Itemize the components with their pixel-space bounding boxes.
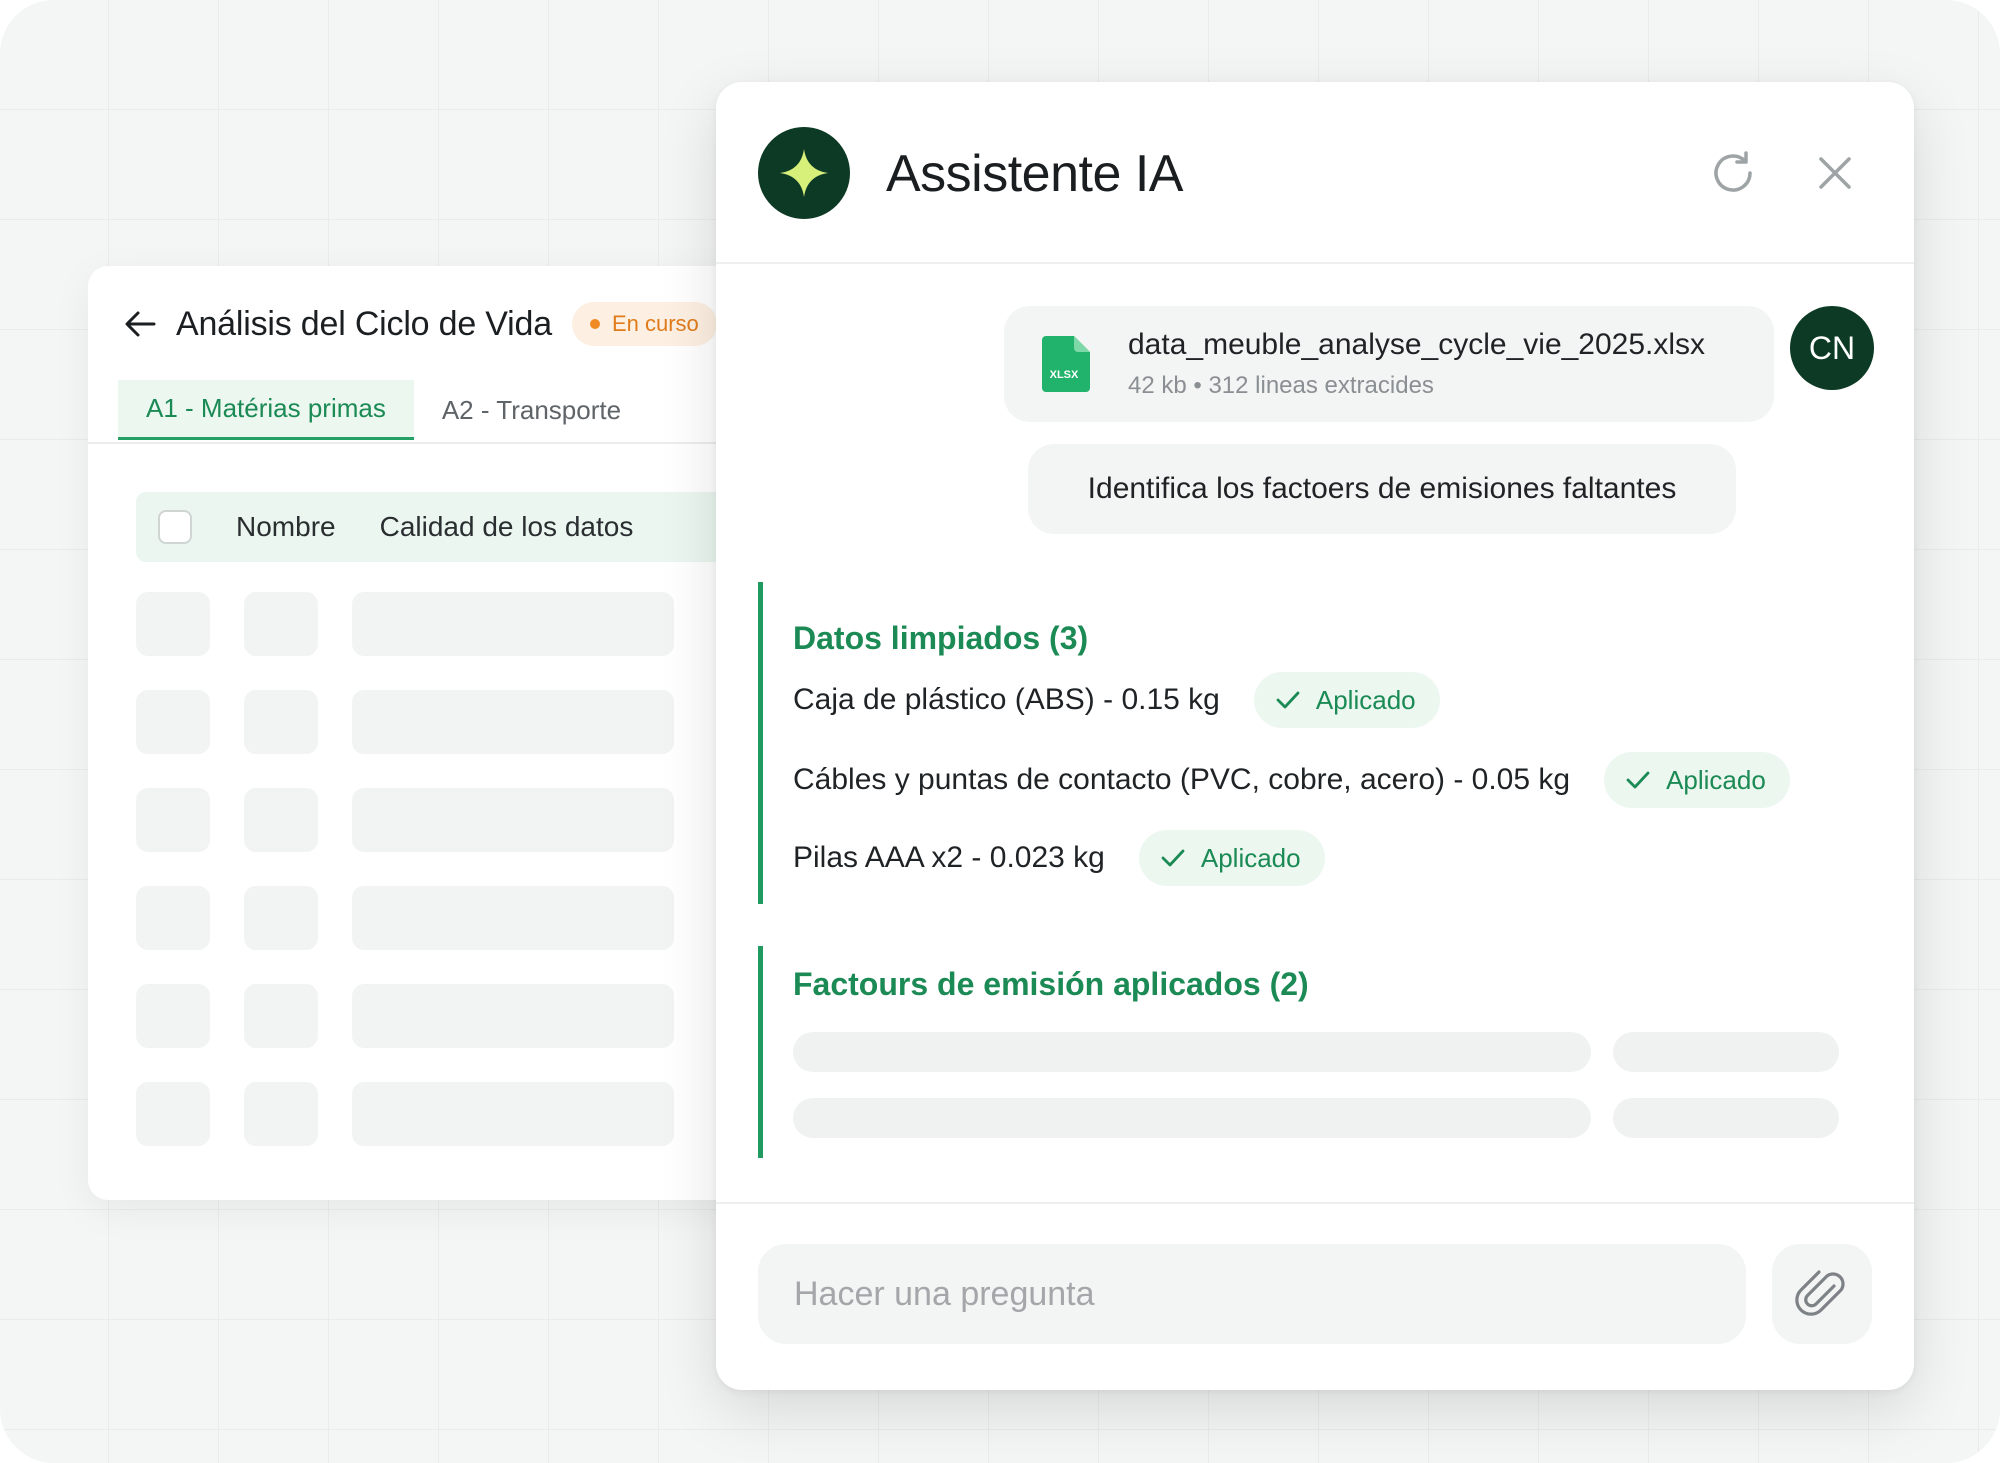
page-title: Análisis del Ciclo de Vida <box>176 304 552 343</box>
cleaned-data-section: Datos limpiados (3) Caja de plástico (AB… <box>758 582 1790 904</box>
assistant-footer <box>716 1202 1914 1390</box>
skeleton-line <box>793 1032 1591 1072</box>
file-name: data_meuble_analyse_cycle_vie_2025.xlsx <box>1128 328 1706 361</box>
file-attachment-card[interactable]: XLSX data_meuble_analyse_cycle_vie_2025.… <box>1004 306 1774 422</box>
skeleton-cell <box>352 690 674 754</box>
skeleton-cell <box>136 1082 210 1146</box>
skeleton-line <box>1613 1098 1839 1138</box>
emission-factors-title: Factours de emisión aplicados (2) <box>793 966 1309 1002</box>
badge-label: Aplicado <box>1200 842 1301 873</box>
cleaned-data-title: Datos limpiados (3) <box>793 620 1089 656</box>
skeleton-cell <box>136 788 210 852</box>
xlsx-file-icon: XLSX <box>1042 336 1090 397</box>
skeleton-line <box>793 1098 1591 1138</box>
skeleton-cell <box>352 886 674 950</box>
assistant-title: Assistente IA <box>886 145 1183 203</box>
emission-factors-section: Factours de emisión aplicados (2) <box>758 946 1839 1158</box>
skeleton-cell <box>352 984 674 1048</box>
item-text: Cábles y puntas de contacto (PVC, cobre,… <box>793 763 1571 796</box>
skeleton-cell <box>136 690 210 754</box>
skeleton-line <box>1613 1032 1839 1072</box>
user-message-text: Identifica los factoers de emisiones fal… <box>1087 472 1677 505</box>
skeleton-cell <box>244 592 318 656</box>
xlsx-label: XLSX <box>1050 369 1079 381</box>
paperclip-icon[interactable] <box>1772 1244 1872 1344</box>
background-canvas: Análisis del Ciclo de Vida En curso A1 -… <box>0 0 2000 1463</box>
skeleton-cell <box>136 592 210 656</box>
close-icon[interactable] <box>1808 146 1862 200</box>
tab-raw-materials[interactable]: A1 - Matérias primas <box>118 380 414 440</box>
list-item: Caja de plástico (ABS) - 0.15 kg Aplicad… <box>793 672 1440 728</box>
applied-badge: Aplicado <box>1138 830 1325 886</box>
question-input[interactable] <box>758 1244 1746 1344</box>
skeleton-cell <box>136 984 210 1048</box>
badge-label: Aplicado <box>1666 764 1766 795</box>
column-header-name[interactable]: Nombre <box>236 511 336 543</box>
sparkle-icon <box>758 127 850 219</box>
skeleton-cell <box>352 788 674 852</box>
file-meta: 42 kb • 312 lineas extracides <box>1128 372 1434 399</box>
ai-assistant-panel: Assistente IA XLSX data_meuble_analyse_c… <box>716 82 1914 1390</box>
list-item: Cábles y puntas de contacto (PVC, cobre,… <box>793 752 1790 808</box>
skeleton-cell <box>352 1082 674 1146</box>
lca-header: Análisis del Ciclo de Vida En curso <box>122 302 717 346</box>
applied-badge: Aplicado <box>1253 672 1440 728</box>
skeleton-cell <box>244 690 318 754</box>
status-label: En curso <box>611 311 699 336</box>
check-icon <box>1624 766 1652 794</box>
badge-label: Aplicado <box>1315 684 1416 715</box>
user-message-bubble: Identifica los factoers de emisiones fal… <box>1028 444 1736 534</box>
tab-divider <box>88 442 788 444</box>
item-text: Pilas AAA x2 - 0.023 kg <box>793 841 1105 874</box>
status-badge: En curso <box>571 302 717 346</box>
applied-badge: Aplicado <box>1604 752 1790 808</box>
skeleton-cell <box>352 592 674 656</box>
item-text: Caja de plástico (ABS) - 0.15 kg <box>793 683 1220 716</box>
table-header: Nombre Calidad de los datos <box>136 492 788 562</box>
assistant-header: Assistente IA <box>716 82 1914 264</box>
lca-panel: Análisis del Ciclo de Vida En curso A1 -… <box>88 266 788 1200</box>
tab-bar: A1 - Matérias primas A2 - Transporte <box>118 380 649 440</box>
skeleton-cell <box>136 886 210 950</box>
check-icon <box>1159 844 1187 872</box>
status-dot-icon <box>589 319 600 329</box>
column-header-quality[interactable]: Calidad de los datos <box>380 511 634 543</box>
skeleton-cell <box>244 1082 318 1146</box>
select-all-checkbox[interactable] <box>158 510 192 544</box>
list-item: Pilas AAA x2 - 0.023 kg Aplicado <box>793 830 1325 886</box>
avatar[interactable]: CN <box>1790 306 1874 390</box>
tab-transport[interactable]: A2 - Transporte <box>414 380 649 440</box>
skeleton-cell <box>244 984 318 1048</box>
skeleton-cell <box>244 788 318 852</box>
check-icon <box>1274 686 1302 714</box>
back-arrow-icon[interactable] <box>122 306 158 342</box>
refresh-icon[interactable] <box>1706 146 1760 200</box>
skeleton-cell <box>244 886 318 950</box>
